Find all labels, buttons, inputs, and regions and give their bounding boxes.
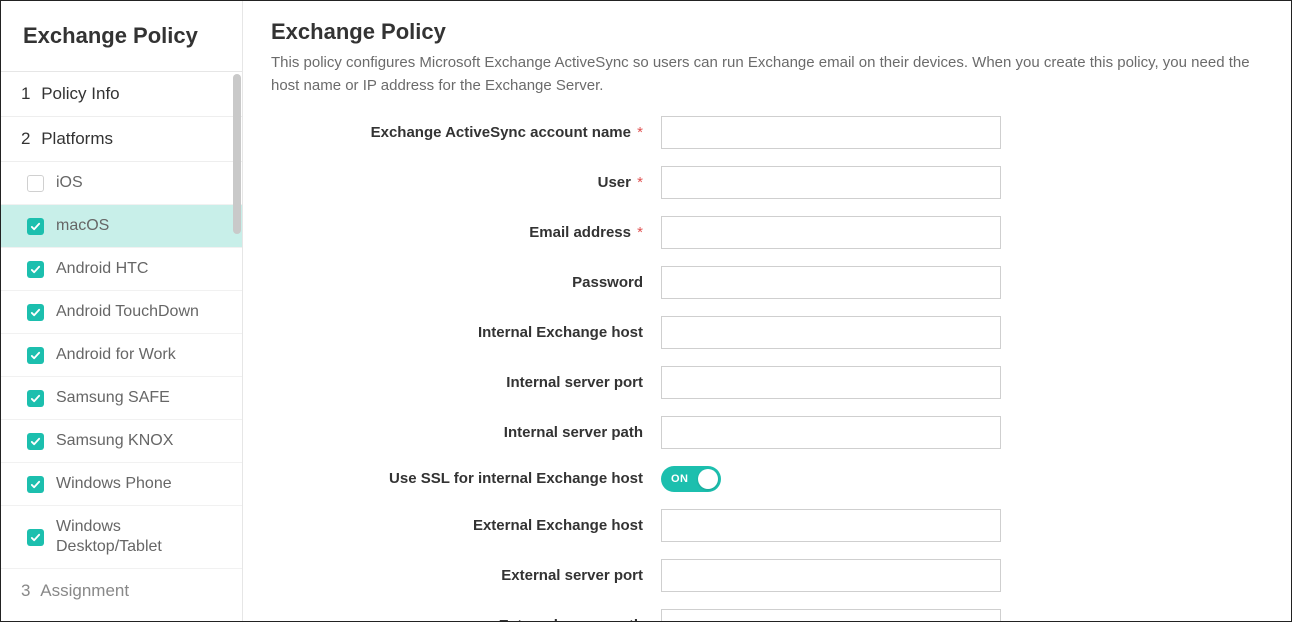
form-label-text: External server port [501, 567, 643, 584]
platform-label: Android TouchDown [56, 302, 199, 322]
platform-list: iOS macOS Android HTC Android TouchDown Andr… [1, 162, 242, 569]
form-row: Internal Exchange host [271, 316, 1263, 349]
form-label-text: External server path [499, 617, 643, 622]
page-description: This policy configures Microsoft Exchang… [271, 51, 1263, 98]
external-server-port-input[interactable] [661, 559, 1001, 592]
form-label: Internal Exchange host [271, 324, 661, 341]
checkbox-unchecked-icon[interactable] [27, 175, 44, 192]
checkbox-checked-icon[interactable] [27, 476, 44, 493]
exchange-activesync-account-name-input[interactable] [661, 116, 1001, 149]
form-row: Email address * [271, 216, 1263, 249]
internal-exchange-host-input[interactable] [661, 316, 1001, 349]
form-row: External server path [271, 609, 1263, 622]
required-indicator: * [633, 124, 643, 141]
form-label-text: Internal Exchange host [478, 324, 643, 341]
form-row: Internal server port [271, 366, 1263, 399]
form-label: Internal server path [271, 424, 661, 441]
form-label: Password [271, 274, 661, 291]
platform-item-macos[interactable]: macOS [1, 205, 242, 248]
checkbox-checked-icon[interactable] [27, 304, 44, 321]
email-address-input[interactable] [661, 216, 1001, 249]
external-exchange-host-input[interactable] [661, 509, 1001, 542]
platform-item-windows-phone[interactable]: Windows Phone [1, 463, 242, 506]
form-row: Internal server path [271, 416, 1263, 449]
platform-item-ios[interactable]: iOS [1, 162, 242, 205]
scrollbar-thumb[interactable] [233, 74, 241, 234]
platform-label: Samsung KNOX [56, 431, 173, 451]
platform-label: Windows Phone [56, 474, 172, 494]
form-row: Password [271, 266, 1263, 299]
platform-item-samsung-safe[interactable]: Samsung SAFE [1, 377, 242, 420]
form-label: External server path [271, 617, 661, 622]
form-label: External Exchange host [271, 517, 661, 534]
step-label: Policy Info [41, 84, 119, 103]
platform-label: macOS [56, 216, 109, 236]
step-number: 2 [21, 129, 30, 148]
toggle-knob-icon [698, 469, 718, 489]
platform-label: iOS [56, 173, 83, 193]
toggle-label: ON [671, 473, 689, 485]
checkbox-checked-icon[interactable] [27, 529, 44, 546]
checkbox-checked-icon[interactable] [27, 218, 44, 235]
step-platforms[interactable]: 2 Platforms [1, 117, 242, 162]
form-label: External server port [271, 567, 661, 584]
platform-item-samsung-knox[interactable]: Samsung KNOX [1, 420, 242, 463]
sidebar-title: Exchange Policy [1, 1, 242, 72]
sidebar-scroll: 1 Policy Info 2 Platforms iOS macOS Androi… [1, 72, 242, 621]
form-label-text: Password [572, 274, 643, 291]
main-panel: Exchange Policy This policy configures M… [243, 1, 1291, 621]
step-number: 3 [21, 581, 30, 600]
form-label-text: Use SSL for internal Exchange host [389, 470, 643, 487]
form-label-text: Exchange ActiveSync account name [371, 124, 631, 141]
sidebar: Exchange Policy 1 Policy Info 2 Platform… [1, 1, 243, 621]
form-row: User * [271, 166, 1263, 199]
password-input[interactable] [661, 266, 1001, 299]
required-indicator: * [633, 224, 643, 241]
form-row: Exchange ActiveSync account name * [271, 116, 1263, 149]
platform-label: Windows Desktop/Tablet [56, 517, 226, 557]
platform-item-android-for-work[interactable]: Android for Work [1, 334, 242, 377]
form-label-text: User [598, 174, 631, 191]
step-assignment[interactable]: 3 Assignment [1, 569, 242, 613]
checkbox-checked-icon[interactable] [27, 433, 44, 450]
step-label: Platforms [41, 129, 113, 148]
form-label: User * [271, 174, 661, 191]
checkbox-checked-icon[interactable] [27, 347, 44, 364]
form-label-text: Internal server port [506, 374, 643, 391]
form-label: Email address * [271, 224, 661, 241]
step-policy-info[interactable]: 1 Policy Info [1, 72, 242, 117]
page-title: Exchange Policy [271, 19, 1263, 45]
checkbox-checked-icon[interactable] [27, 261, 44, 278]
platform-label: Android HTC [56, 259, 148, 279]
toggle-ssl-internal[interactable]: ON [661, 466, 721, 492]
platform-label: Android for Work [56, 345, 176, 365]
form-label: Exchange ActiveSync account name * [271, 124, 661, 141]
form-label-text: External Exchange host [473, 517, 643, 534]
user-input[interactable] [661, 166, 1001, 199]
platform-label: Samsung SAFE [56, 388, 170, 408]
app-root: Exchange Policy 1 Policy Info 2 Platform… [1, 1, 1291, 621]
internal-server-path-input[interactable] [661, 416, 1001, 449]
platform-item-android-htc[interactable]: Android HTC [1, 248, 242, 291]
form: Exchange ActiveSync account name *User *… [271, 116, 1263, 622]
external-server-path-input[interactable] [661, 609, 1001, 622]
required-indicator: * [633, 174, 643, 191]
form-row: External Exchange host [271, 509, 1263, 542]
step-label: Assignment [40, 581, 129, 600]
form-label: Use SSL for internal Exchange host [271, 470, 661, 487]
form-label: Internal server port [271, 374, 661, 391]
form-label-text: Internal server path [504, 424, 643, 441]
form-label-text: Email address [529, 224, 631, 241]
form-row: Use SSL for internal Exchange host ON [271, 466, 1263, 492]
platform-item-android-touchdown[interactable]: Android TouchDown [1, 291, 242, 334]
step-number: 1 [21, 84, 30, 103]
scrollbar-track[interactable] [232, 72, 242, 621]
internal-server-port-input[interactable] [661, 366, 1001, 399]
platform-item-windows-desktop-tablet[interactable]: Windows Desktop/Tablet [1, 506, 242, 569]
checkbox-checked-icon[interactable] [27, 390, 44, 407]
form-row: External server port [271, 559, 1263, 592]
